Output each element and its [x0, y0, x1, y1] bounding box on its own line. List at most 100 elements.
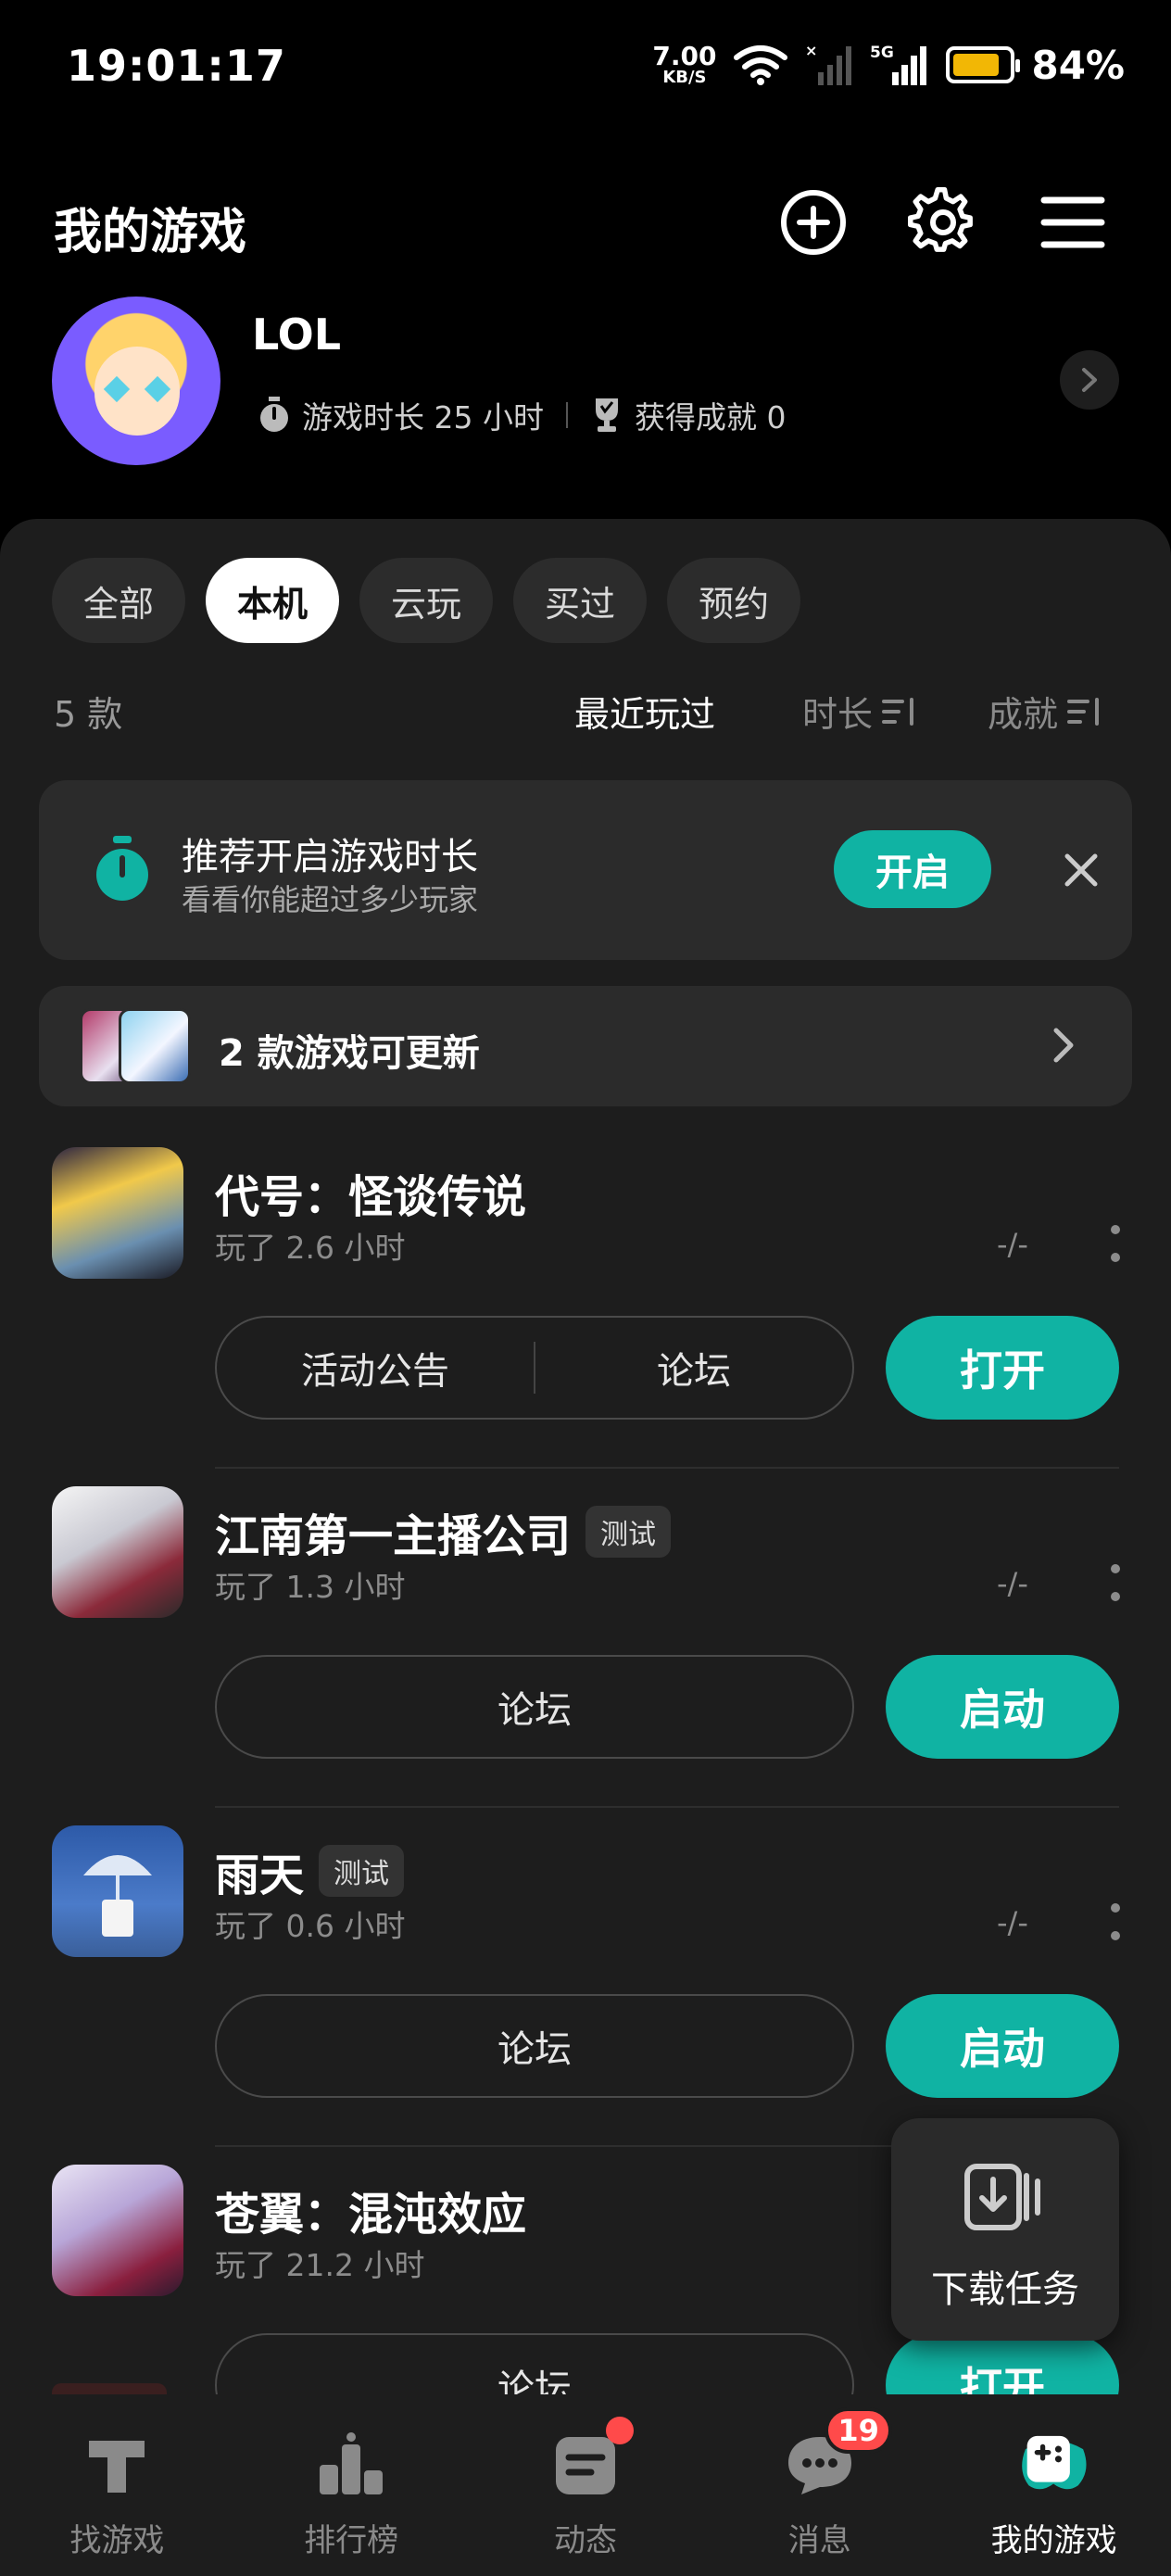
launch-game-button[interactable]: 启动 [886, 1655, 1119, 1759]
download-task-label: 下载任务 [931, 2268, 1079, 2311]
game-links: 论坛 [215, 1994, 854, 2098]
game-playtime: 玩了 21.2 小时 [215, 2247, 425, 2283]
nav-feed[interactable]: 动态 [469, 2394, 703, 2576]
game-icon[interactable] [52, 2165, 183, 2296]
add-circle-icon [781, 190, 846, 255]
launch-game-button[interactable]: 启动 [886, 1994, 1119, 2098]
chevron-right-icon [1053, 1028, 1074, 1063]
game-achievements: -/- [997, 1905, 1028, 1940]
update-game-thumbnails [80, 1008, 195, 1084]
filter-tabs: 全部 本机 云玩 买过 预约 [52, 558, 801, 643]
svg-text:×: × [805, 43, 817, 59]
game-title[interactable]: 雨天 测试 [215, 1838, 405, 1903]
game-achievements: -/- [997, 1227, 1028, 1262]
divider [215, 1806, 1119, 1808]
battery-icon [946, 46, 1021, 83]
game-icon[interactable] [52, 1825, 183, 1957]
page-title: 我的游戏 [54, 205, 247, 260]
tab-all[interactable]: 全部 [52, 558, 186, 643]
sort-duration[interactable]: 时长 [802, 686, 917, 737]
game-links: 活动公告 论坛 [215, 1316, 854, 1420]
stats-divider [565, 402, 568, 428]
notification-dot [605, 2417, 634, 2444]
nav-my-games[interactable]: 我的游戏 [937, 2394, 1171, 2576]
more-options-button[interactable] [1108, 1564, 1123, 1601]
profile-detail-button[interactable] [1060, 350, 1119, 410]
nav-find-games[interactable]: 找游戏 [0, 2394, 234, 2576]
status-time: 19:01:17 [67, 41, 286, 91]
sort-achievement[interactable]: 成就 [988, 686, 1102, 737]
nav-label: 找游戏 [69, 2522, 165, 2559]
game-playtime: 玩了 1.3 小时 [215, 1569, 406, 1605]
bottom-navigation: 找游戏 排行榜 动态 19 消息 我的游戏 [0, 2394, 1171, 2576]
sort-recent-label: 最近玩过 [574, 694, 716, 735]
game-name: 江南第一主播公司 [215, 1510, 572, 1562]
banner-title: 推荐开启游戏时长 [182, 836, 478, 878]
sort-achievement-label: 成就 [988, 694, 1059, 735]
gear-icon [908, 187, 973, 252]
nav-messages[interactable]: 19 消息 [702, 2394, 937, 2576]
nav-label: 消息 [787, 2522, 851, 2559]
ranking-icon [314, 2431, 388, 2498]
forum-link[interactable]: 论坛 [217, 2019, 852, 2073]
game-name: 苍翼：混沌效应 [215, 2189, 527, 2241]
forum-link[interactable]: 论坛 [217, 1680, 852, 1734]
game-title[interactable]: 代号：怪谈传说 [215, 1160, 526, 1225]
nav-label: 我的游戏 [990, 2522, 1117, 2559]
profile-stats: 游戏时长 25 小时 获得成就 0 [258, 393, 786, 437]
game-name: 雨天 [215, 1850, 305, 1901]
total-playtime: 游戏时长 25 小时 [302, 399, 544, 436]
unread-badge: 19 [825, 2407, 892, 2454]
add-game-button[interactable] [773, 182, 854, 263]
test-badge: 测试 [319, 1845, 405, 1897]
nav-ranking[interactable]: 排行榜 [234, 2394, 469, 2576]
tab-local[interactable]: 本机 [206, 558, 340, 643]
updates-available-bar[interactable]: 2 款游戏可更新 [39, 986, 1132, 1106]
status-bar: 19:01:17 7.00 KB/S × 5G 84% [0, 0, 1171, 139]
banner-subtitle: 看看你能超过多少玩家 [182, 882, 479, 917]
avatar[interactable] [52, 297, 220, 465]
stopwatch-icon [96, 836, 148, 901]
game-playtime: 玩了 0.6 小时 [215, 1908, 406, 1944]
updates-text: 2 款游戏可更新 [219, 1032, 480, 1075]
svg-text:5G: 5G [870, 44, 894, 62]
announcement-link[interactable]: 活动公告 [217, 1341, 534, 1395]
tab-cloud[interactable]: 云玩 [359, 558, 494, 643]
game-count: 5 款 [54, 694, 123, 735]
menu-button[interactable] [1032, 182, 1114, 263]
sort-icon [882, 697, 914, 726]
username: LOL [252, 309, 342, 360]
sort-recent[interactable]: 最近玩过 [574, 686, 715, 737]
game-title[interactable]: 苍翼：混沌效应 [215, 2178, 526, 2242]
achievement-count: 获得成就 0 [634, 399, 787, 436]
signal-sim1-icon: × [805, 43, 852, 85]
game-icon[interactable] [52, 1486, 183, 1618]
game-playtime: 玩了 2.6 小时 [215, 1230, 406, 1266]
more-options-button[interactable] [1108, 1225, 1123, 1262]
sort-duration-label: 时长 [802, 694, 874, 735]
download-task-button[interactable]: 下载任务 [891, 2118, 1119, 2341]
tab-purchased[interactable]: 买过 [513, 558, 648, 643]
menu-icon [1040, 196, 1105, 248]
game-item: 江南第一主播公司 测试 玩了 1.3 小时 -/- 论坛 启动 [0, 1486, 1171, 1825]
settings-button[interactable] [902, 182, 984, 263]
game-item: 雨天 测试 玩了 0.6 小时 -/- 论坛 启动 [0, 1825, 1171, 2165]
profile-section[interactable]: LOL 游戏时长 25 小时 获得成就 0 [0, 297, 1171, 473]
close-icon[interactable] [1058, 847, 1104, 893]
gamepad-icon [1017, 2431, 1091, 2498]
battery-percentage: 84% [1031, 42, 1125, 88]
nav-label: 排行榜 [304, 2522, 399, 2559]
more-options-button[interactable] [1108, 1903, 1123, 1940]
network-speed-unit: KB/S [662, 68, 707, 87]
network-speed-value: 7.00 [652, 41, 717, 71]
game-title[interactable]: 江南第一主播公司 测试 [215, 1499, 672, 1564]
trophy-icon [595, 398, 618, 432]
forum-link[interactable]: 论坛 [535, 1341, 852, 1395]
game-icon[interactable] [52, 1147, 183, 1279]
tab-reserved[interactable]: 预约 [667, 558, 801, 643]
taptap-icon [80, 2431, 154, 2498]
open-game-button[interactable]: 打开 [886, 1316, 1119, 1420]
umbrella-icon [83, 1855, 152, 1937]
enable-playtime-button[interactable]: 开启 [834, 830, 991, 908]
sort-icon [1067, 697, 1100, 726]
